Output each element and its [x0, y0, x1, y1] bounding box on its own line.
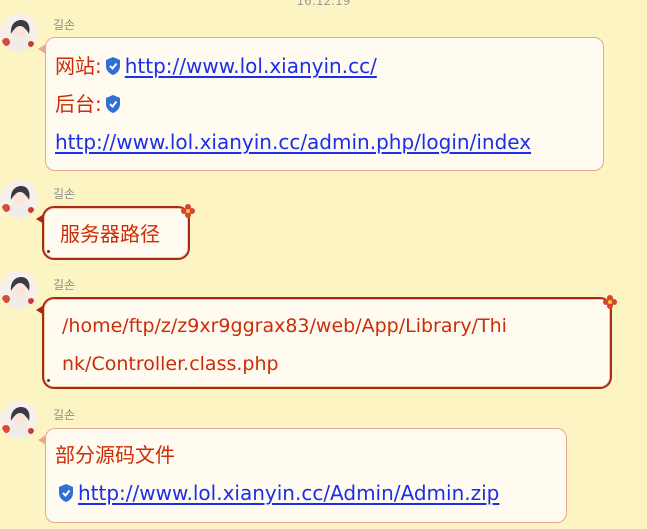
avatar-icon: [0, 271, 38, 309]
corner-dot: [47, 250, 50, 253]
message-line: 网站: http://www.lol.xianyin.cc/: [55, 47, 603, 85]
sender-name: 길손: [53, 187, 76, 201]
label-backend: 后台:: [55, 92, 102, 116]
message-text: 部分源码文件: [55, 443, 175, 467]
zip-link[interactable]: http://www.lol.xianyin.cc/Admin/Admin.zi…: [78, 474, 499, 512]
flower-icon: [603, 295, 617, 309]
avatar[interactable]: [0, 180, 38, 218]
path-line: /home/ftp/z/z9xr9ggrax83/web/App/Library…: [62, 315, 507, 337]
message-line: http://www.lol.xianyin.cc/admin.php/logi…: [55, 123, 603, 161]
avatar-icon: [0, 401, 38, 439]
sender-name: 길손: [53, 18, 76, 32]
chat-window: 16:12:19 길손 网站: http://www.lol.xianyin.c…: [0, 0, 647, 529]
shield-icon: [105, 95, 120, 113]
message-text: 服务器路径: [60, 222, 160, 246]
flower-icon: [181, 204, 195, 218]
admin-link[interactable]: http://www.lol.xianyin.cc/admin.php/logi…: [55, 123, 531, 161]
sender-name: 길손: [53, 408, 76, 422]
shield-icon: [59, 484, 73, 502]
message-bubble[interactable]: 服务器路径: [36, 204, 195, 260]
corner-dot: [47, 379, 50, 382]
avatar-icon: [0, 14, 38, 52]
avatar[interactable]: [0, 14, 38, 52]
website-link[interactable]: http://www.lol.xianyin.cc/: [125, 47, 377, 85]
sender-name: 길손: [53, 278, 76, 292]
message-bubble[interactable]: 网站: http://www.lol.xianyin.cc/ 后台: http:…: [38, 37, 604, 171]
path-line: nk/Controller.class.php: [62, 353, 279, 375]
message-line: http://www.lol.xianyin.cc/Admin/Admin.zi…: [55, 474, 566, 512]
avatar[interactable]: [0, 401, 38, 439]
avatar[interactable]: [0, 271, 38, 309]
shield-icon: [105, 57, 120, 75]
message-line: 后台:: [55, 85, 603, 123]
avatar-icon: [0, 180, 38, 218]
message-bubble[interactable]: 部分源码文件 http://www.lol.xianyin.cc/Admin/A…: [38, 428, 567, 523]
timestamp: 16:12:19: [296, 0, 351, 8]
label-website: 网站:: [55, 54, 102, 78]
message-bubble[interactable]: /home/ftp/z/z9xr9ggrax83/web/App/Library…: [36, 295, 617, 389]
